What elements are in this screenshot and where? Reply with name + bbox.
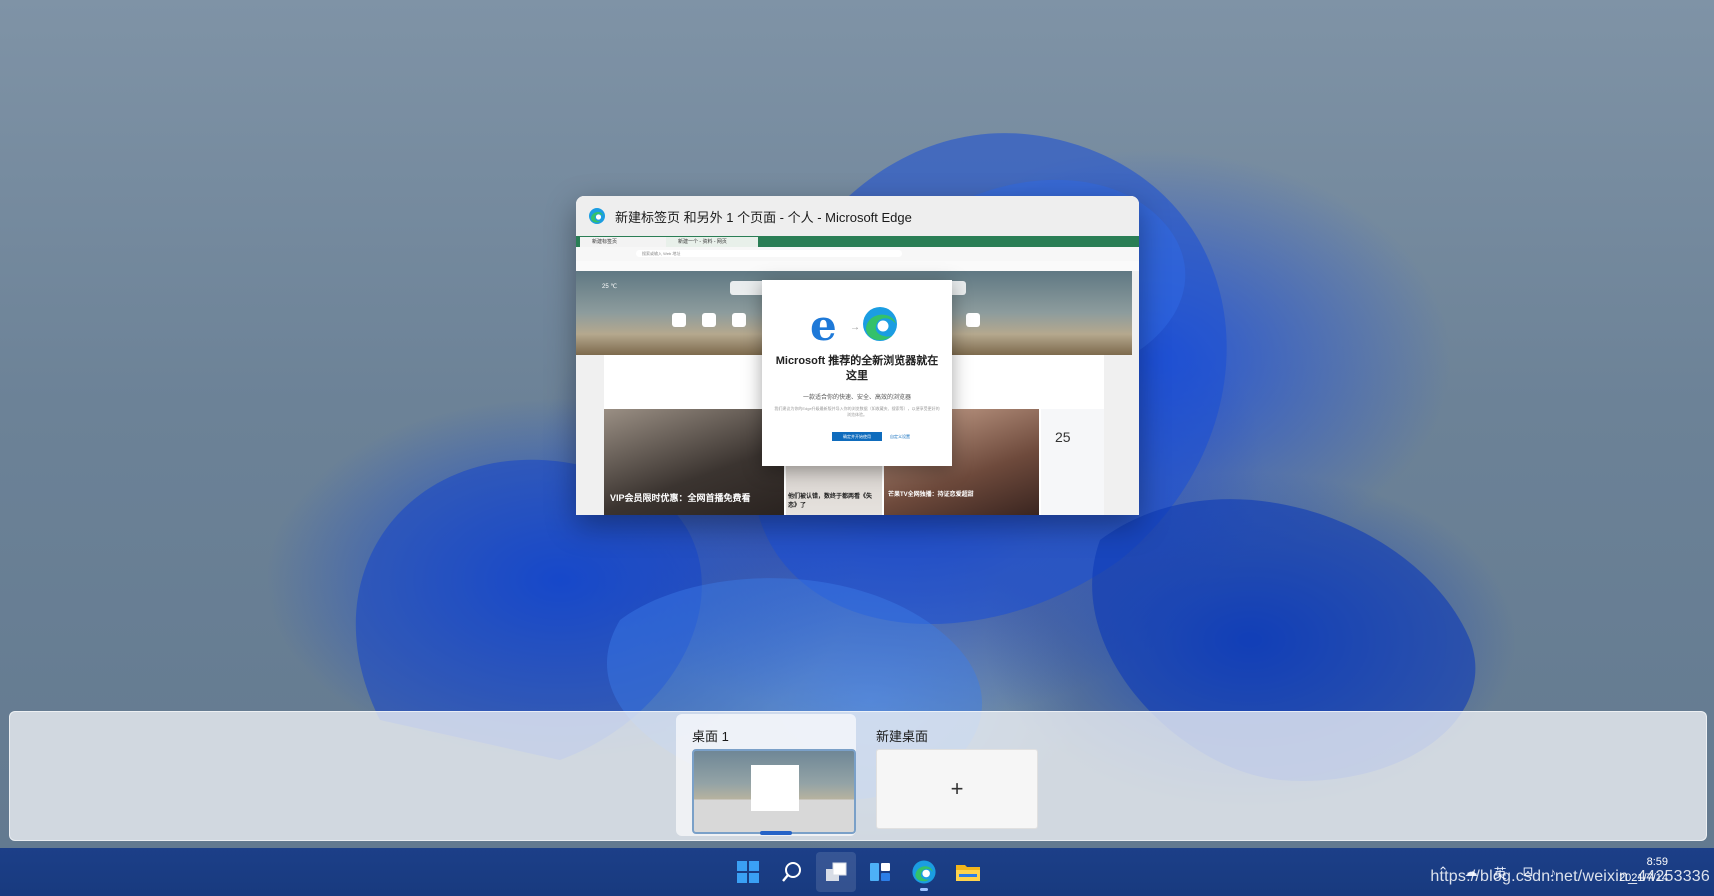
widgets-icon bbox=[870, 863, 890, 881]
dialog-custom-link[interactable]: 自定义设置 bbox=[890, 432, 910, 441]
widgets-button[interactable] bbox=[860, 852, 900, 892]
preview-quicklink bbox=[966, 313, 980, 327]
start-button[interactable] bbox=[728, 852, 768, 892]
task-view-icon bbox=[826, 862, 847, 881]
desktop-1[interactable]: 桌面 1 bbox=[676, 714, 856, 836]
preview-address-bar: 搜索或输入 Web 地址 bbox=[576, 247, 1139, 262]
file-explorer-button[interactable] bbox=[948, 852, 988, 892]
new-desktop[interactable]: 新建桌面 + bbox=[868, 714, 1048, 836]
virtual-desktops-panel: 桌面 1 新建桌面 + bbox=[9, 711, 1707, 841]
svg-text:→: → bbox=[850, 322, 860, 333]
preview-tab: 新建一个 - 资料 - 网页 bbox=[666, 237, 758, 247]
svg-text:e: e bbox=[810, 302, 837, 346]
edge-window-thumbnail[interactable]: 新建标签页 和另外 1 个页面 - 个人 - Microsoft Edge 新建… bbox=[576, 196, 1139, 515]
preview-tab: 新建标签页 bbox=[580, 237, 672, 247]
preview-url: 搜索或输入 Web 地址 bbox=[636, 250, 902, 257]
windows-start-icon bbox=[737, 861, 759, 883]
watermark-text: https://blog.csdn.net/weixin_44253336 bbox=[1430, 868, 1710, 885]
taskbar-search-button[interactable] bbox=[772, 852, 812, 892]
preview-news-headline: 芒果TV全网独播：持证恋爱超甜 bbox=[888, 492, 974, 498]
browser-preview: 新建标签页 新建一个 - 资料 - 网页 搜索或输入 Web 地址 25 ℃ V… bbox=[576, 236, 1139, 515]
edge-logos: e → bbox=[810, 302, 897, 346]
window-titlebar[interactable]: 新建标签页 和另外 1 个页面 - 个人 - Microsoft Edge bbox=[576, 196, 1139, 236]
preview-quicklink bbox=[732, 313, 746, 327]
preview-quicklink bbox=[672, 313, 686, 327]
dialog-body: 我们建议为你的Edge升级最新版并导入你的浏览数据（如收藏夹、搜索等），以便享受… bbox=[774, 406, 940, 417]
preview-info-bar bbox=[576, 261, 1139, 271]
plus-icon: + bbox=[950, 776, 964, 801]
file-explorer-icon bbox=[956, 865, 980, 881]
dialog-title: Microsoft 推荐的全新浏览器就在这里 bbox=[775, 355, 939, 382]
window-title: 新建标签页 和另外 1 个页面 - 个人 - Microsoft Edge bbox=[615, 209, 912, 225]
edge-icon bbox=[589, 208, 605, 224]
dialog-subtitle: 一款适合你的快速、安全、高效的浏览器 bbox=[802, 395, 911, 401]
preview-weather-card: 25 bbox=[1041, 409, 1104, 515]
new-edge-icon bbox=[863, 307, 897, 341]
legacy-edge-icon: e bbox=[810, 302, 837, 346]
add-desktop-button[interactable]: + bbox=[876, 749, 1038, 829]
new-desktop-label: 新建桌面 bbox=[876, 729, 929, 744]
desktop-1-label: 桌面 1 bbox=[692, 729, 729, 744]
preview-news-headline: 他们被认错，数终于都两看《失恋》了 bbox=[788, 494, 873, 509]
preview-tabstrip: 新建标签页 新建一个 - 资料 - 网页 bbox=[576, 236, 1139, 247]
desktop-1-thumbnail[interactable] bbox=[692, 749, 856, 834]
preview-weather: 25 ℃ bbox=[602, 284, 618, 290]
edge-icon bbox=[912, 860, 936, 884]
running-indicator bbox=[920, 888, 928, 891]
search-icon bbox=[782, 862, 801, 882]
edge-promo-dialog: e → Microsoft 推荐的全新浏览器就在这里 一款适合你的快速、安全、高… bbox=[762, 280, 952, 466]
desktop-1-dialog-mini bbox=[751, 765, 799, 811]
taskbar: ⌃ ☁ 英 ⊡ ♪ 8:59 2021/7/14 https://blog.cs… bbox=[0, 848, 1714, 896]
dialog-confirm-button[interactable]: 确定并开始使用 bbox=[832, 432, 882, 441]
task-view-button[interactable] bbox=[816, 852, 856, 892]
active-desktop-indicator bbox=[760, 831, 792, 835]
taskbar-edge-button[interactable] bbox=[904, 852, 944, 892]
preview-news-headline: VIP会员限时优惠：全网首播免费看 bbox=[610, 493, 751, 503]
preview-quicklink bbox=[702, 313, 716, 327]
